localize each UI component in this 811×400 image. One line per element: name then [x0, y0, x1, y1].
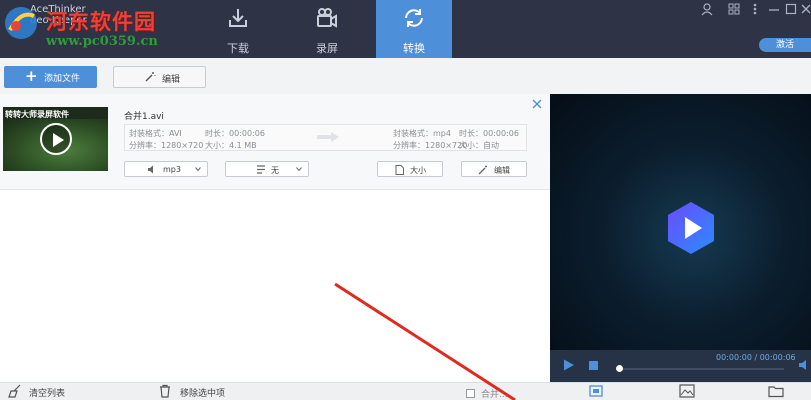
subtitle-value: 无	[271, 166, 279, 175]
output-format-value: mp3	[163, 165, 181, 174]
subtitle-select[interactable]: 无	[225, 161, 309, 177]
plus-icon: +	[25, 67, 38, 85]
stop-icon[interactable]	[589, 361, 598, 370]
magic-wand-icon	[478, 165, 487, 175]
play-icon[interactable]	[40, 123, 72, 155]
file-list: 转转大师录屏软件 合并1.avi 封装格式：AVI 时长：00:00:06 分辨…	[0, 94, 550, 382]
chevron-down-icon	[296, 167, 302, 172]
target-size: 大小：自动	[459, 141, 499, 150]
edit-button[interactable]: 编辑	[113, 66, 206, 88]
volume-icon[interactable]	[798, 359, 811, 371]
add-file-button[interactable]: + 添加文件	[4, 66, 97, 88]
app-logo-area: AceThinker deo Keeper 河东软件园 www.pc0359.c…	[0, 0, 200, 58]
source-size: 大小：4.1 MB	[205, 141, 257, 150]
target-duration: 时长：00:00:06	[459, 129, 519, 138]
target-format: 封装格式：mp4	[393, 129, 451, 138]
list-item[interactable]: 转转大师录屏软件 合并1.avi 封装格式：AVI 时长：00:00:06 分辨…	[0, 94, 550, 190]
user-icon[interactable]	[700, 2, 714, 16]
magic-wand-icon	[145, 72, 156, 82]
output-format-select[interactable]: mp3	[124, 161, 208, 177]
size-button[interactable]: 大小	[377, 161, 443, 177]
file-name: 合并1.avi	[124, 112, 164, 122]
remove-selected-button[interactable]: 移除选中项	[180, 386, 225, 399]
convert-icon	[405, 9, 423, 27]
play-icon[interactable]	[563, 359, 575, 371]
title-bar: AceThinker deo Keeper 河东软件园 www.pc0359.c…	[0, 0, 811, 58]
source-format: 封装格式：AVI	[129, 129, 182, 138]
file-icon	[395, 165, 404, 175]
image-icon[interactable]	[679, 384, 695, 398]
watermark-title: 河东软件园	[46, 9, 156, 34]
close-icon[interactable]	[799, 2, 811, 16]
app-logo-play-icon	[668, 202, 714, 254]
watermark-logo-icon	[5, 7, 37, 39]
more-icon[interactable]	[748, 2, 762, 16]
remove-item-icon[interactable]	[531, 98, 543, 110]
maximize-icon[interactable]	[784, 2, 798, 16]
playback-time: 00:00:00 / 00:00:06	[716, 353, 796, 362]
chevron-down-icon	[195, 167, 201, 172]
minimize-icon[interactable]	[767, 2, 781, 16]
source-duration: 时长：00:00:06	[205, 129, 265, 138]
tab-download-label: 下载	[227, 42, 249, 55]
tab-convert-label: 转换	[403, 42, 425, 55]
progress-bar[interactable]	[617, 368, 784, 370]
subtitle-icon	[257, 165, 265, 174]
arrow-right-icon	[317, 132, 339, 142]
thumbnail-caption: 转转大师录屏软件	[5, 110, 69, 119]
folder-icon[interactable]	[768, 384, 784, 398]
clear-list-button[interactable]: 清空列表	[29, 386, 65, 399]
tab-record-label: 录屏	[316, 42, 338, 55]
toolbar: + 添加文件 编辑	[0, 58, 811, 94]
broom-icon	[8, 384, 21, 398]
target-resolution: 分辨率：1280×720	[393, 141, 468, 150]
audio-icon	[148, 165, 153, 174]
file-info-panel: 封装格式：AVI 时长：00:00:06 分辨率：1280×720 大小：4.1…	[124, 124, 527, 151]
progress-handle[interactable]	[616, 365, 623, 372]
source-resolution: 分辨率：1280×720	[129, 141, 204, 150]
tab-record[interactable]: 录屏	[289, 0, 365, 58]
trash-icon	[160, 384, 170, 398]
settings-icon[interactable]	[727, 2, 741, 16]
tab-convert[interactable]: 转换	[376, 0, 452, 58]
watermark-url: www.pc0359.cn	[46, 34, 158, 49]
screenshot-icon[interactable]	[588, 384, 604, 398]
tab-download[interactable]: 下载	[200, 0, 276, 58]
edit-label: 编辑	[162, 75, 181, 85]
camera-icon	[317, 8, 337, 28]
merge-label: 合并...	[481, 390, 508, 400]
size-button-label: 大小	[410, 166, 426, 175]
add-file-label: 添加文件	[44, 74, 81, 84]
item-edit-label: 编辑	[494, 166, 510, 175]
download-icon	[229, 9, 247, 27]
merge-checkbox[interactable]	[466, 389, 475, 398]
item-edit-button[interactable]: 编辑	[461, 161, 527, 177]
video-thumbnail[interactable]: 转转大师录屏软件	[3, 107, 108, 171]
activate-button[interactable]: 激活	[759, 38, 811, 52]
